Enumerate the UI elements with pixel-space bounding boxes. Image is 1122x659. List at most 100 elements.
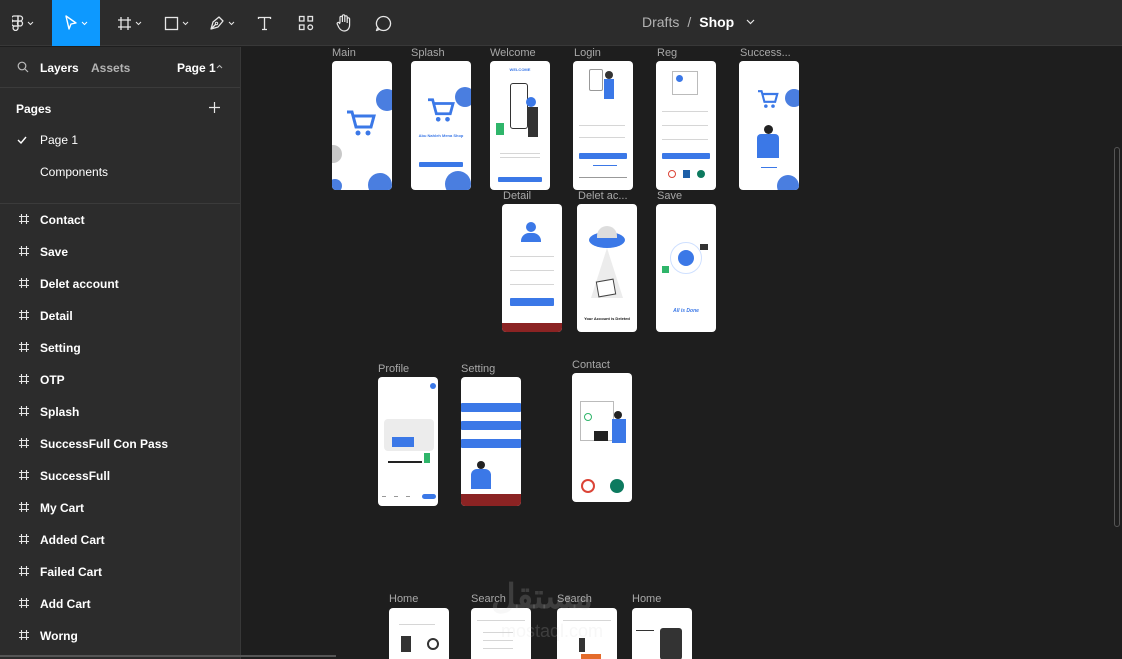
frame-splash[interactable]: Abu Nahleh Mena Shop bbox=[411, 61, 471, 190]
frame-label-home-2[interactable]: Home bbox=[632, 593, 661, 605]
logout-button[interactable] bbox=[461, 494, 521, 506]
nav-home-icon[interactable] bbox=[382, 496, 386, 497]
vertical-scrollbar[interactable] bbox=[1114, 147, 1120, 527]
email-field[interactable] bbox=[510, 270, 554, 271]
phone-field[interactable] bbox=[510, 284, 554, 285]
register-link[interactable] bbox=[579, 177, 627, 178]
register-button[interactable] bbox=[662, 153, 710, 159]
comment-tool-button[interactable] bbox=[366, 0, 400, 46]
breadcrumb-current[interactable]: Shop bbox=[699, 14, 734, 30]
setting-option[interactable] bbox=[461, 421, 521, 430]
save-button[interactable] bbox=[510, 298, 554, 306]
breadcrumb-parent[interactable]: Drafts bbox=[642, 14, 679, 30]
login-link[interactable] bbox=[761, 167, 777, 168]
frame-label-profile[interactable]: Profile bbox=[378, 363, 409, 375]
setting-option[interactable] bbox=[461, 439, 521, 448]
setting-option[interactable] bbox=[461, 403, 521, 412]
layer-item[interactable]: Added Cart bbox=[0, 524, 240, 556]
page-selector[interactable]: Page 1 bbox=[177, 61, 216, 75]
resources-tool-button[interactable] bbox=[288, 0, 324, 46]
layer-item[interactable]: Detail bbox=[0, 300, 240, 332]
layer-item[interactable]: My Cart bbox=[0, 492, 240, 524]
frame-label-detail[interactable]: Detail bbox=[503, 190, 531, 202]
layer-item[interactable]: Save bbox=[0, 236, 240, 268]
shape-tool-button[interactable] bbox=[156, 0, 196, 46]
move-tool-button[interactable] bbox=[52, 0, 100, 46]
pen-tool-button[interactable] bbox=[202, 0, 242, 46]
layer-item[interactable]: Contact bbox=[0, 204, 240, 236]
frame-label-success[interactable]: Success... bbox=[740, 47, 791, 59]
nav-search-icon[interactable] bbox=[394, 496, 398, 497]
search-icon[interactable] bbox=[17, 61, 29, 73]
email-field[interactable] bbox=[662, 125, 708, 126]
layer-item[interactable]: Splash bbox=[0, 396, 240, 428]
frame-home[interactable] bbox=[389, 608, 449, 659]
list-item[interactable] bbox=[483, 648, 513, 649]
layer-item[interactable]: Failed Cart bbox=[0, 556, 240, 588]
name-field[interactable] bbox=[510, 256, 554, 257]
layer-item[interactable]: Setting bbox=[0, 332, 240, 364]
delete-account-button[interactable] bbox=[502, 323, 562, 332]
start-button[interactable] bbox=[498, 177, 542, 182]
tab-assets[interactable]: Assets bbox=[91, 61, 130, 75]
frame-welcome[interactable]: WELCOME bbox=[490, 61, 550, 190]
design-canvas[interactable]: Main Splash Abu Nahleh Mena Shop Welcome… bbox=[241, 47, 1122, 659]
gear-icon[interactable] bbox=[430, 383, 436, 389]
frame-label-login[interactable]: Login bbox=[574, 47, 601, 59]
whatsapp-icon[interactable] bbox=[610, 479, 624, 493]
text-tool-button[interactable] bbox=[248, 0, 280, 46]
password-field[interactable] bbox=[579, 137, 625, 138]
add-page-icon[interactable] bbox=[208, 101, 221, 114]
layer-item[interactable]: SuccessFull Con Pass bbox=[0, 428, 240, 460]
frame-save[interactable]: All is Done bbox=[656, 204, 716, 332]
google-icon[interactable] bbox=[668, 170, 676, 178]
frame-label-main[interactable]: Main bbox=[332, 47, 356, 59]
start-button[interactable] bbox=[419, 162, 463, 167]
nav-cart-icon[interactable] bbox=[406, 496, 410, 497]
tab-layers[interactable]: Layers bbox=[40, 61, 79, 75]
main-menu-button[interactable] bbox=[0, 0, 46, 46]
frame-tool-button[interactable] bbox=[108, 0, 150, 46]
email-field[interactable] bbox=[579, 125, 625, 126]
forgot-link[interactable] bbox=[593, 165, 617, 166]
frame-contact[interactable] bbox=[572, 373, 632, 502]
frame-setting[interactable] bbox=[461, 377, 521, 506]
name-field[interactable] bbox=[662, 111, 708, 112]
frame-label-setting[interactable]: Setting bbox=[461, 363, 495, 375]
frame-delete[interactable]: Your Account is Deleted bbox=[577, 204, 637, 332]
layer-item[interactable]: Add Cart bbox=[0, 588, 240, 620]
frame-label-welcome[interactable]: Welcome bbox=[490, 47, 536, 59]
frame-label-contact[interactable]: Contact bbox=[572, 359, 610, 371]
layer-item[interactable]: SuccessFull bbox=[0, 460, 240, 492]
hand-tool-button[interactable] bbox=[328, 0, 360, 46]
frame-login[interactable] bbox=[573, 61, 633, 190]
page-item-components[interactable]: Components bbox=[0, 156, 240, 188]
page-item-page-1[interactable]: Page 1 bbox=[0, 124, 240, 156]
whatsapp-icon[interactable] bbox=[697, 170, 705, 178]
layer-item[interactable]: Worng bbox=[0, 620, 240, 652]
cart-icon bbox=[428, 98, 455, 122]
frame-label-reg[interactable]: Reg bbox=[657, 47, 677, 59]
watermark-url: mostaql.com bbox=[501, 621, 604, 641]
frame-reg[interactable] bbox=[656, 61, 716, 190]
frame-success[interactable] bbox=[739, 61, 799, 190]
frame-label-splash[interactable]: Splash bbox=[411, 47, 445, 59]
nav-active-tab[interactable] bbox=[422, 494, 436, 499]
login-button[interactable] bbox=[579, 153, 627, 159]
google-icon[interactable] bbox=[581, 479, 595, 493]
frame-main[interactable] bbox=[332, 61, 392, 190]
search-bar[interactable] bbox=[399, 624, 435, 625]
frame-detail[interactable] bbox=[502, 204, 562, 332]
frame-label-delete[interactable]: Delet ac... bbox=[578, 190, 628, 202]
layer-item[interactable]: OTP bbox=[0, 364, 240, 396]
chevron-down-icon[interactable] bbox=[746, 19, 755, 25]
chevron-up-icon[interactable] bbox=[216, 64, 223, 69]
password-field[interactable] bbox=[662, 139, 708, 140]
frame-label-save[interactable]: Save bbox=[657, 190, 682, 202]
facebook-icon[interactable] bbox=[683, 170, 690, 178]
frame-profile[interactable] bbox=[378, 377, 438, 506]
layer-item[interactable]: Delet account bbox=[0, 268, 240, 300]
layer-label: My Cart bbox=[40, 501, 85, 515]
frame-label-home[interactable]: Home bbox=[389, 593, 418, 605]
frame-home-2[interactable] bbox=[632, 608, 692, 659]
